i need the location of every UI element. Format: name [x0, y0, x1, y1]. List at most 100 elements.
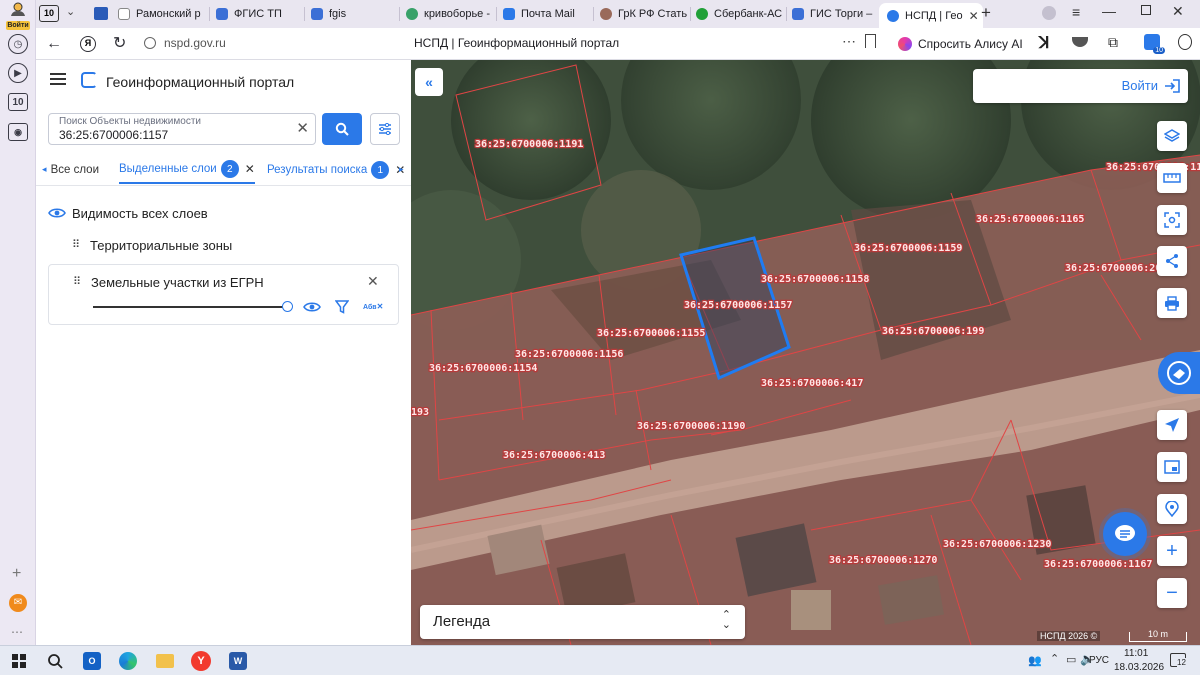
tab-gis-torgi[interactable]: ГИС Торги –	[792, 3, 874, 25]
filter-settings-button[interactable]	[370, 113, 400, 145]
search-icon[interactable]	[47, 653, 63, 669]
print-button[interactable]	[1157, 288, 1187, 318]
tray-expand-icon[interactable]: ⌃	[1050, 652, 1059, 665]
extension-puzzle-icon[interactable]: ⧉	[1108, 34, 1118, 51]
history-icon[interactable]: ◷	[8, 34, 28, 54]
clear-search-icon[interactable]: ✕	[296, 119, 309, 137]
explorer-icon[interactable]	[156, 654, 174, 668]
url-text[interactable]: nspd.gov.ru	[164, 36, 226, 50]
emblem-favicon-icon	[792, 8, 804, 20]
tab-mail[interactable]: Почта Mail	[503, 3, 591, 25]
parcel-label: 36:25:6700006:1165	[976, 214, 1084, 225]
layer-land-plots[interactable]: Земельные участки из ЕГРН	[91, 275, 264, 290]
network-icon[interactable]: ▭	[1066, 653, 1076, 666]
tab-nspd[interactable]: НСПД | Гео ✕	[879, 3, 983, 28]
tab-sberbank[interactable]: Сбербанк-АС	[696, 3, 784, 25]
yandex-icon[interactable]: Я	[80, 36, 96, 52]
remove-layer-icon[interactable]: ✕	[367, 273, 379, 290]
profile-button[interactable]: Войти	[6, 2, 30, 30]
yandex-browser-icon[interactable]: Y	[191, 651, 211, 671]
layer-territorial-zones[interactable]: Территориальные зоны	[90, 238, 232, 253]
drag-handle-icon[interactable]: ⠿	[72, 238, 80, 251]
legend-dropdown[interactable]: Легенда ⌃ ⌄	[420, 605, 745, 639]
chat-button[interactable]	[1103, 512, 1147, 556]
minimap-button[interactable]	[1157, 452, 1187, 482]
clock-date[interactable]: 18.03.2026	[1114, 662, 1164, 673]
layer-filter-icon[interactable]	[335, 300, 349, 314]
search-button[interactable]	[322, 113, 362, 145]
tab-search-results[interactable]: Результаты поиска 1 ✕	[267, 158, 405, 182]
language-indicator[interactable]: РУС	[1089, 655, 1109, 666]
layer-eye-icon[interactable]	[303, 301, 321, 313]
word-icon[interactable]: W	[229, 652, 247, 670]
tab-selected-layers[interactable]: Выделенные слои 2 ✕	[119, 158, 255, 184]
notifications-button[interactable]: 12	[1170, 653, 1186, 667]
close-window-icon[interactable]: ✕	[1172, 3, 1184, 20]
zoom-in-button[interactable]: +	[1157, 536, 1187, 566]
user-icon[interactable]	[1042, 6, 1056, 20]
tab-fgis[interactable]: fgis	[311, 3, 391, 25]
tab-krivoborye[interactable]: кривоборье -	[406, 3, 492, 25]
back-icon[interactable]: ←	[46, 35, 62, 53]
mail-icon[interactable]: ✉	[9, 594, 27, 612]
bookmark-menu-icon[interactable]: ≡	[1072, 4, 1080, 20]
reload-icon[interactable]: ↻	[113, 33, 126, 53]
layer-labels-toggle[interactable]: Абв✕	[363, 302, 383, 311]
extension-shield-icon[interactable]	[1072, 37, 1088, 47]
clock-time[interactable]: 11:01	[1124, 648, 1148, 659]
tab-grk[interactable]: ГрК РФ Стать	[600, 3, 690, 25]
collapse-panel-button[interactable]: «	[415, 68, 443, 96]
bookmark-icon[interactable]	[865, 34, 876, 48]
windows-start-icon[interactable]	[12, 654, 26, 668]
satellite-map[interactable]: 36:25:6700006:1191 36:25:6700006:1166 36…	[411, 60, 1200, 645]
new-tab-icon[interactable]: +	[981, 3, 991, 23]
close-tab-icon[interactable]: ✕	[969, 9, 979, 23]
tabs-prev-icon[interactable]: ◂	[42, 164, 47, 175]
area-select-button[interactable]	[1157, 205, 1187, 235]
mail-app-icon[interactable]	[94, 7, 108, 20]
ruler-button[interactable]	[1157, 163, 1187, 193]
tabs-next-icon[interactable]: ▸	[399, 164, 404, 175]
download-icon[interactable]	[1178, 34, 1192, 50]
tab-all-layers[interactable]: Все слои	[51, 158, 99, 182]
tabs-dropdown-icon[interactable]: ⌄	[66, 5, 75, 18]
extension-k-icon[interactable]: ꓘ	[1039, 33, 1050, 53]
map-copyright: НСПД 2026 ©	[1037, 631, 1101, 641]
sber-favicon-icon	[696, 8, 708, 20]
outlook-icon[interactable]: O	[83, 652, 101, 670]
area-select-icon	[1164, 212, 1180, 228]
zoom-out-button[interactable]: −	[1157, 578, 1187, 608]
tab-ramon[interactable]: Рамонский р	[118, 3, 206, 25]
camera-icon[interactable]: ◉	[8, 123, 28, 141]
share-button[interactable]	[1157, 246, 1187, 276]
people-icon[interactable]: 👥	[1028, 654, 1042, 667]
drag-handle-icon[interactable]: ⠿	[73, 275, 81, 288]
opacity-slider-thumb[interactable]	[282, 301, 293, 312]
site-info-icon[interactable]	[144, 37, 156, 49]
opacity-slider[interactable]	[93, 301, 293, 312]
side-counter-button[interactable]: 10	[8, 93, 28, 111]
login-button[interactable]: Войти	[973, 69, 1188, 103]
edge-icon[interactable]	[119, 652, 137, 670]
visibility-all-label[interactable]: Видимость всех слоев	[72, 206, 208, 221]
minimize-icon[interactable]: —	[1102, 3, 1116, 19]
add-icon[interactable]: +	[12, 565, 21, 583]
extension-badge-icon[interactable]: 10	[1144, 34, 1165, 54]
eye-icon[interactable]	[48, 207, 66, 219]
more-icon[interactable]: ⋯	[11, 625, 23, 639]
layers-button[interactable]	[1157, 121, 1187, 151]
search-field[interactable]: Поиск Объекты недвижимости 36:25:6700006…	[48, 113, 316, 145]
more-options-icon[interactable]: ⋯	[842, 33, 856, 50]
play-icon[interactable]: ▶	[8, 63, 28, 83]
alice-button[interactable]: Спросить Алису AI	[890, 32, 1031, 56]
locate-button[interactable]	[1157, 410, 1187, 440]
close-selected-tab-icon[interactable]: ✕	[245, 162, 255, 176]
menu-icon[interactable]	[50, 73, 66, 85]
basemap-switch-button[interactable]	[1158, 352, 1200, 394]
geolocation-button[interactable]	[1157, 494, 1187, 524]
tab-fgis-tp[interactable]: ФГИС ТП	[216, 3, 294, 25]
search-input[interactable]: 36:25:6700006:1157	[59, 128, 168, 142]
tab-counter[interactable]: 10	[39, 5, 59, 22]
map-view[interactable]: 36:25:6700006:1191 36:25:6700006:1166 36…	[411, 60, 1200, 645]
restore-icon[interactable]	[1141, 5, 1151, 15]
